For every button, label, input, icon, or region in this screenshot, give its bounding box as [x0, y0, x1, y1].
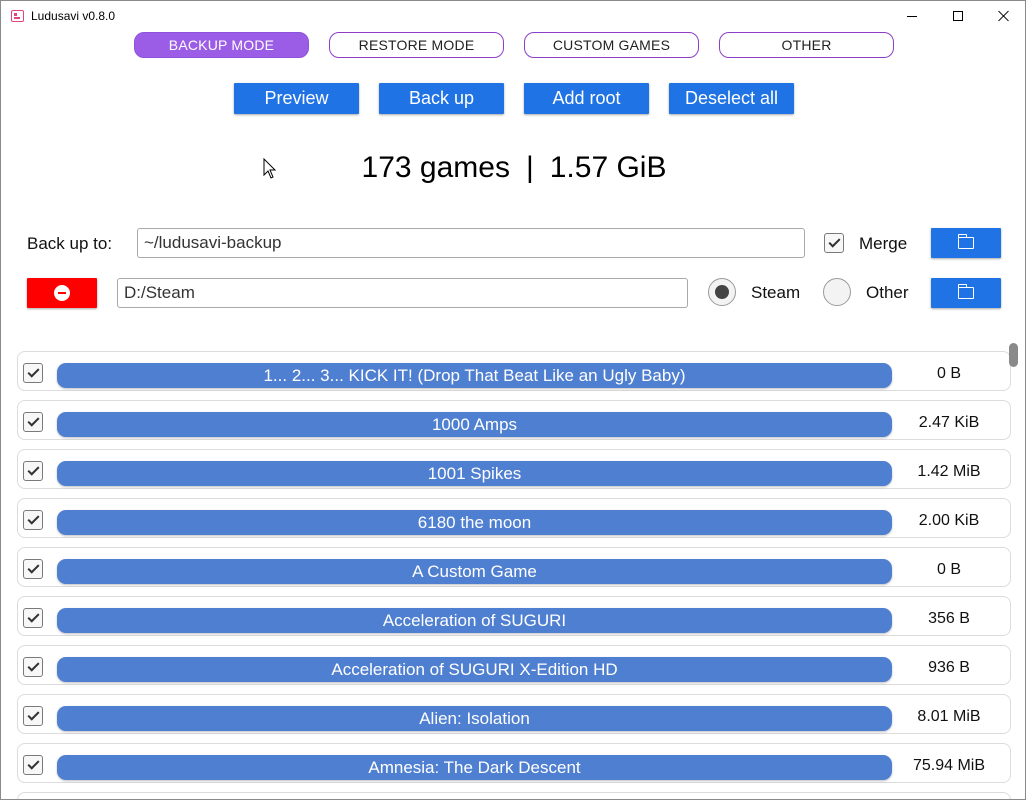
games-list: 1... 2... 3... KICK IT! (Drop That Beat …: [17, 346, 1011, 799]
game-name-button[interactable]: A Custom Game: [57, 559, 892, 584]
game-name-button[interactable]: Amnesia: The Dark Descent: [57, 755, 892, 780]
game-checkbox[interactable]: [23, 363, 43, 383]
app-icon: [11, 10, 24, 22]
checkmark-icon: [26, 414, 40, 427]
game-size: 2.00 KiB: [918, 512, 980, 529]
backup-target-label: Back up to:: [27, 234, 113, 253]
title-bar: Ludusavi v0.8.0: [1, 1, 1025, 31]
radio-selected-dot: [715, 285, 729, 299]
game-name-button[interactable]: Alien: Isolation: [57, 706, 892, 731]
checkmark-icon: [26, 512, 40, 525]
game-row: 1... 2... 3... KICK IT! (Drop That Beat …: [17, 351, 1011, 391]
game-row: Alien: Isolation 8.01 MiB: [17, 694, 1011, 734]
checkmark-icon: [26, 708, 40, 721]
deselect-all-button[interactable]: Deselect all: [669, 83, 794, 114]
merge-checkbox[interactable]: [824, 233, 844, 253]
game-checkbox[interactable]: [23, 510, 43, 530]
store-radio-other[interactable]: [823, 278, 851, 306]
game-row: Acceleration of SUGURI X-Edition HD 936 …: [17, 645, 1011, 685]
game-name-button[interactable]: Acceleration of SUGURI: [57, 608, 892, 633]
game-size: 356 B: [928, 610, 970, 627]
game-checkbox[interactable]: [23, 755, 43, 775]
tab-restore-mode[interactable]: RESTORE MODE: [329, 32, 504, 58]
game-name-button[interactable]: Acceleration of SUGURI X-Edition HD: [57, 657, 892, 682]
checkmark-icon: [26, 610, 40, 623]
game-size: 0 B: [936, 561, 961, 578]
game-size: 936 B: [928, 659, 970, 676]
checkmark-icon: [26, 561, 40, 574]
game-row: Amnesia: The Dark Descent 75.94 MiB: [17, 743, 1011, 783]
game-name-button[interactable]: 6180 the moon: [57, 510, 892, 535]
minimize-button[interactable]: [889, 1, 935, 31]
close-button[interactable]: [980, 1, 1025, 31]
game-size: 1.42 MiB: [917, 463, 981, 480]
browse-root-folder-button[interactable]: [931, 278, 1001, 308]
tab-other[interactable]: OTHER: [719, 32, 894, 58]
game-checkbox[interactable]: [23, 706, 43, 726]
games-count: 173 games: [361, 151, 510, 184]
game-checkbox[interactable]: [23, 559, 43, 579]
checkmark-icon: [827, 235, 841, 248]
preview-button[interactable]: Preview: [234, 83, 359, 114]
checkmark-icon: [26, 659, 40, 672]
store-label-steam: Steam: [751, 283, 801, 302]
merge-label: Merge: [859, 234, 908, 253]
root-path-input[interactable]: [117, 278, 688, 308]
checkmark-icon: [26, 757, 40, 770]
list-scrollbar-thumb[interactable]: [1009, 343, 1018, 367]
checkmark-icon: [26, 365, 40, 378]
maximize-icon: [953, 11, 963, 21]
browse-backup-folder-button[interactable]: [931, 228, 1001, 258]
game-checkbox[interactable]: [23, 461, 43, 481]
backup-summary: 173 games | 1.57 GiB: [1, 151, 1025, 185]
add-root-button[interactable]: Add root: [524, 83, 649, 114]
tab-backup-mode[interactable]: BACKUP MODE: [134, 32, 309, 58]
total-size: 1.57 GiB: [549, 151, 667, 184]
game-name-button[interactable]: 1000 Amps: [57, 412, 892, 437]
game-checkbox[interactable]: [23, 608, 43, 628]
folder-icon: [957, 284, 974, 299]
remove-icon: [54, 285, 70, 301]
game-size: 8.01 MiB: [917, 708, 981, 725]
back-up-button[interactable]: Back up: [379, 83, 504, 114]
game-row: 6180 the moon 2.00 KiB: [17, 498, 1011, 538]
game-checkbox[interactable]: [23, 657, 43, 677]
game-row: 1000 Amps 2.47 KiB: [17, 400, 1011, 440]
game-row: Acceleration of SUGURI 356 B: [17, 596, 1011, 636]
folder-icon: [957, 234, 974, 249]
game-row: 1001 Spikes 1.42 MiB: [17, 449, 1011, 489]
tab-custom-games[interactable]: CUSTOM GAMES: [524, 32, 699, 58]
game-size: 75.94 MiB: [912, 757, 986, 774]
game-row: A Custom Game 0 B: [17, 547, 1011, 587]
close-icon: [997, 10, 1009, 22]
game-name-button[interactable]: 1001 Spikes: [57, 461, 892, 486]
summary-separator: |: [525, 151, 534, 184]
game-size: 0 B: [936, 365, 961, 382]
game-name-button[interactable]: 1... 2... 3... KICK IT! (Drop That Beat …: [57, 363, 892, 388]
app-window: Ludusavi v0.8.0 BACKUP MODE RESTORE MODE…: [0, 0, 1026, 800]
backup-path-input[interactable]: [137, 228, 805, 258]
game-row: [17, 792, 1011, 799]
game-size: 2.47 KiB: [918, 414, 980, 431]
minimize-icon: [907, 15, 917, 17]
checkmark-icon: [26, 463, 40, 476]
remove-root-button[interactable]: [27, 278, 97, 308]
store-label-other: Other: [866, 283, 909, 302]
store-radio-steam[interactable]: [708, 278, 736, 306]
game-checkbox[interactable]: [23, 412, 43, 432]
window-title: Ludusavi v0.8.0: [31, 9, 116, 23]
maximize-button[interactable]: [935, 1, 981, 31]
